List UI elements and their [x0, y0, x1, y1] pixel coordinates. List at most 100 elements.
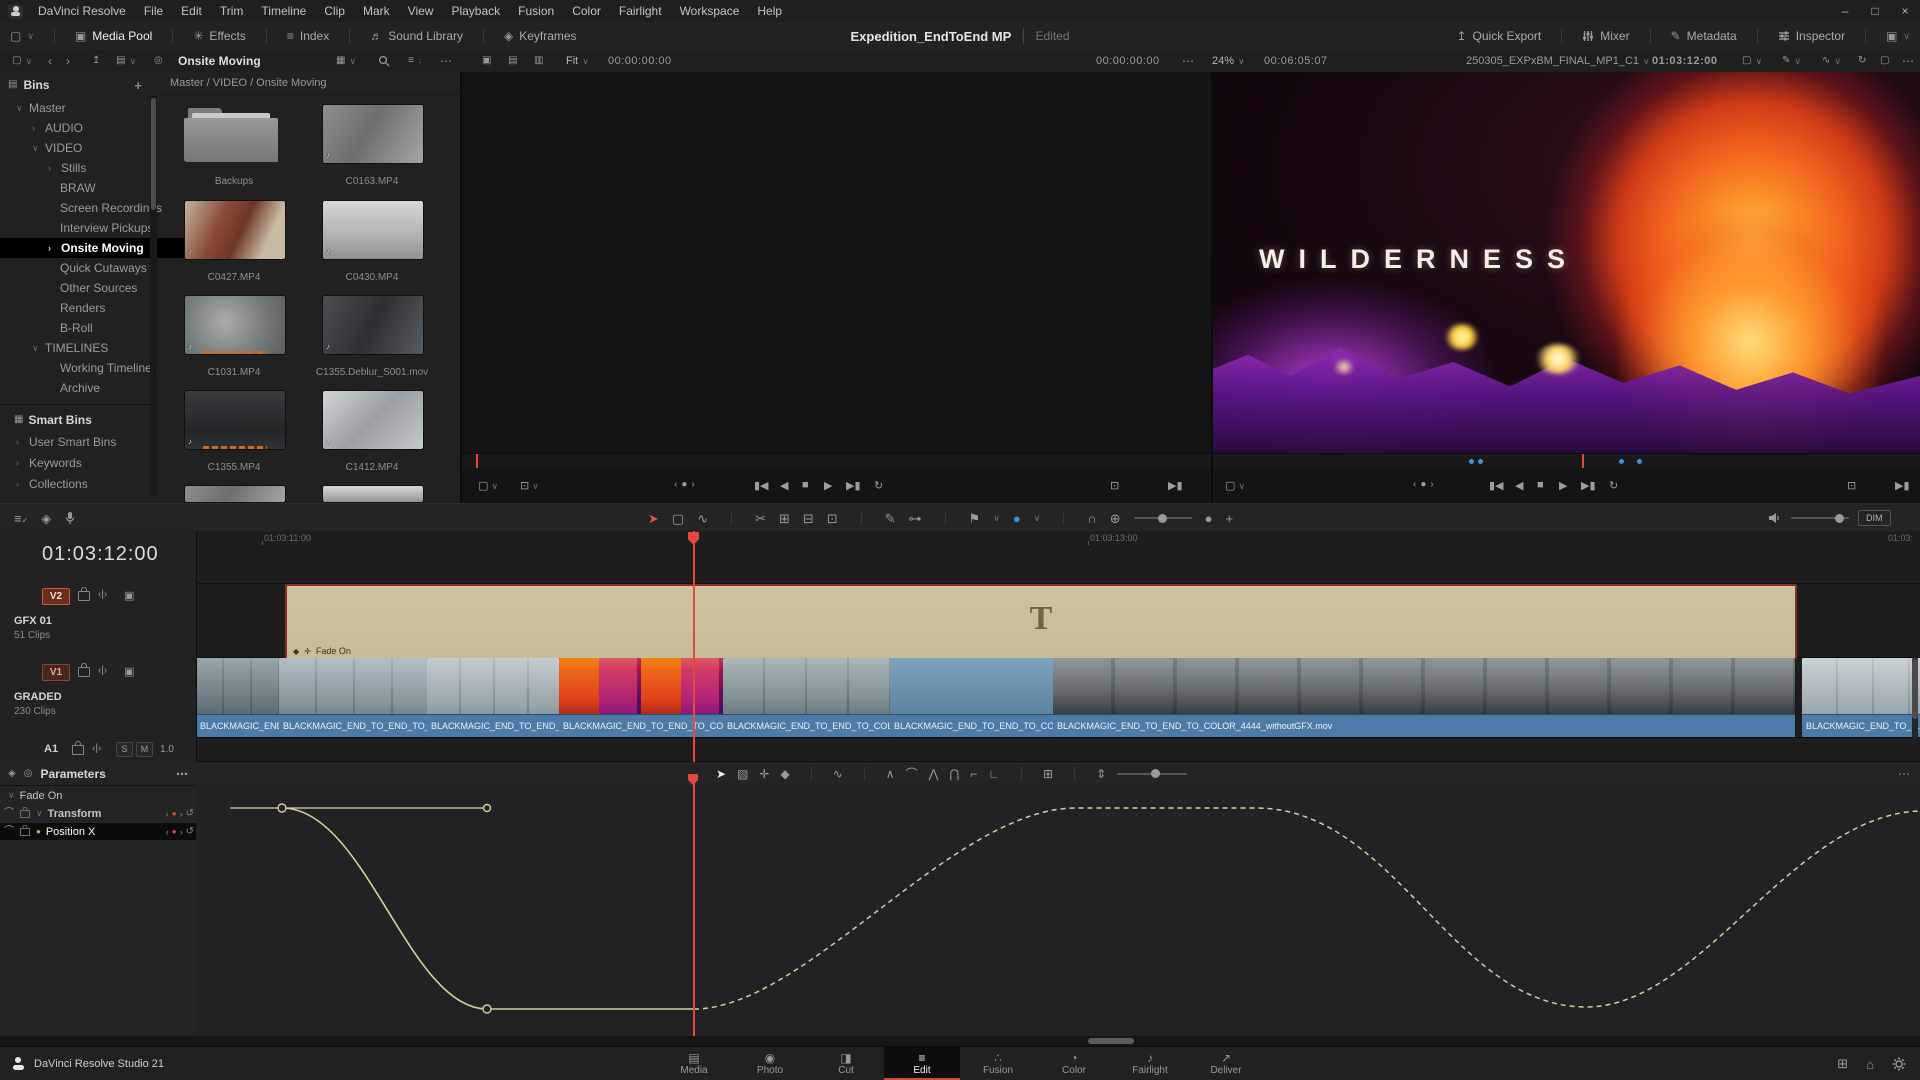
- bin-list-button[interactable]: ▤ ∨: [116, 50, 136, 72]
- linear-interp-button[interactable]: ∧: [886, 768, 895, 780]
- timeline-options-icon[interactable]: ≡✓: [14, 512, 28, 525]
- menu-color[interactable]: Color: [563, 4, 610, 18]
- go-to-start-button[interactable]: ▮◀: [754, 479, 769, 492]
- audio-level-slider[interactable]: [1791, 517, 1849, 519]
- voiceover-mic-icon[interactable]: [64, 511, 76, 525]
- timeline-clip[interactable]: BLACKMAGIC_END_TO_END_TO_COLOR_4444_with…: [1053, 658, 1796, 737]
- loop-button[interactable]: ↻: [874, 479, 883, 492]
- viewer-options-button[interactable]: ⋯: [1182, 50, 1194, 72]
- refresh-button[interactable]: ↻: [1858, 50, 1866, 72]
- trim-edit-tool-button[interactable]: ▢: [672, 512, 684, 525]
- stacked-timelines-icon[interactable]: ◈: [41, 512, 51, 525]
- tab-photo[interactable]: ◉Photo: [732, 1047, 808, 1080]
- solo-button[interactable]: S: [116, 742, 133, 757]
- media-item-c0427[interactable]: ♪: [184, 200, 286, 260]
- marker-dot[interactable]: [1619, 459, 1624, 464]
- sidebar-item-user-smart-bins[interactable]: ›User Smart Bins: [0, 432, 166, 452]
- resize-button[interactable]: ⊡: [1847, 479, 1856, 492]
- viewer-display-button[interactable]: ▢∨: [1742, 50, 1762, 72]
- play-reverse-button[interactable]: ◀: [1515, 479, 1523, 492]
- thumbnail-view-button[interactable]: ▦ ∨: [336, 50, 356, 72]
- go-to-end-button[interactable]: ▶▮: [1581, 479, 1596, 492]
- expand-viewer-button[interactable]: ▢: [1880, 50, 1889, 72]
- param-group-fade-on[interactable]: ∨ Fade On: [0, 787, 204, 804]
- tab-edit[interactable]: ≡Edit: [884, 1047, 960, 1080]
- curve-graph[interactable]: [196, 785, 1920, 1036]
- bin-forward-button[interactable]: ›: [66, 50, 70, 72]
- media-item-c0163[interactable]: ♪: [322, 104, 424, 164]
- timeline-clip[interactable]: BLACKMAGIC_END...: [196, 658, 280, 737]
- insert-clip-button[interactable]: ⊞: [779, 512, 790, 525]
- timeline-zoom-slider[interactable]: [1134, 517, 1192, 519]
- timeline-clip[interactable]: BLACKMAGIC_END_TO_E...: [1802, 658, 1920, 737]
- media-item-c1031[interactable]: ♪: [184, 295, 286, 355]
- media-pool-button[interactable]: ▣ Media Pool: [65, 22, 162, 50]
- flag-button[interactable]: ⚑: [969, 512, 981, 525]
- index-button[interactable]: ≡ Index: [277, 22, 339, 50]
- track-v1-badge[interactable]: V1: [42, 664, 70, 681]
- zoom-button[interactable]: ⊕: [1110, 512, 1121, 525]
- loop-button[interactable]: ↻: [1609, 479, 1618, 492]
- play-button[interactable]: ▶: [824, 479, 832, 492]
- tab-color[interactable]: ◔Color: [1036, 1047, 1112, 1080]
- marquee-select-tool[interactable]: ▧: [737, 768, 748, 780]
- lock-icon[interactable]: [78, 591, 90, 601]
- pan-tool[interactable]: ✛: [759, 768, 769, 780]
- menu-clip[interactable]: Clip: [315, 4, 354, 18]
- go-to-end-button[interactable]: ▶▮: [846, 479, 861, 492]
- effects-button[interactable]: ✳ Effects: [183, 22, 256, 50]
- marker-dot[interactable]: [1469, 459, 1474, 464]
- bin-back-button[interactable]: ‹: [48, 50, 52, 72]
- sidebar-item-keywords[interactable]: ›Keywords: [0, 453, 166, 473]
- snapping-button[interactable]: ∩: [1087, 512, 1096, 525]
- curve-options-button[interactable]: ⋯: [1898, 768, 1910, 780]
- scrollbar-thumb[interactable]: [1088, 1038, 1134, 1044]
- minimize-button[interactable]: –: [1830, 4, 1860, 18]
- gfx-title-clip[interactable]: T ◆ ✛ Fade On: [285, 584, 1797, 660]
- program-options-button[interactable]: ⋯: [1902, 50, 1914, 72]
- keyframe-track-icon[interactable]: ◈: [8, 769, 16, 779]
- curve-zoom-slider[interactable]: [1117, 773, 1187, 775]
- media-item-backups[interactable]: [184, 104, 284, 162]
- jog-control[interactable]: ‹●›: [674, 479, 699, 490]
- lock-icon[interactable]: [20, 810, 30, 818]
- keyframe-point[interactable]: [278, 804, 286, 812]
- step-out-button[interactable]: ∟: [988, 768, 1000, 780]
- selection-tool-button[interactable]: ➤: [648, 512, 659, 525]
- marker-dot[interactable]: [1478, 459, 1483, 464]
- chevron-down-icon[interactable]: ∨: [1034, 514, 1041, 523]
- ease-out-button[interactable]: ⋂: [949, 768, 959, 780]
- media-pool-scrollbar[interactable]: [150, 96, 157, 496]
- clip-mode-button[interactable]: ▢ ∨: [478, 479, 498, 492]
- keyframe-nav[interactable]: ‹●› ↺: [166, 808, 200, 819]
- project-manager-icon[interactable]: ⌂: [1866, 1057, 1874, 1072]
- audio-monitor-icon[interactable]: [1768, 512, 1782, 524]
- match-frame-button[interactable]: ▶▮: [1895, 479, 1910, 492]
- menu-view[interactable]: View: [399, 4, 443, 18]
- sidebar-item-master[interactable]: ∨Master: [0, 98, 166, 118]
- menu-mark[interactable]: Mark: [354, 4, 399, 18]
- timeline-clip-name-select[interactable]: 250305_EXPxBM_FINAL_MP1_C1 ∨: [1466, 50, 1650, 72]
- speed-button[interactable]: ⊡ ∨: [520, 479, 539, 492]
- play-button[interactable]: ▶: [1559, 479, 1567, 492]
- source-zoom-select[interactable]: Fit ∨: [566, 50, 589, 72]
- media-item-c1355-deblur[interactable]: ♪: [322, 295, 424, 355]
- gang-mode-button[interactable]: ▢ ∨: [1225, 479, 1245, 492]
- timeline-vertical-scrollbar[interactable]: [1912, 657, 1918, 739]
- jog-control[interactable]: ‹●›: [1413, 479, 1438, 490]
- menu-help[interactable]: Help: [748, 4, 791, 18]
- lock-icon[interactable]: [20, 828, 30, 836]
- track-v1-name[interactable]: GRADED: [14, 691, 62, 703]
- program-jog-strip[interactable]: [1213, 453, 1920, 468]
- tab-media[interactable]: ▤Media: [656, 1047, 732, 1080]
- source-jog-strip[interactable]: [462, 453, 1211, 468]
- search-button[interactable]: [378, 50, 390, 72]
- program-playhead-marker[interactable]: [1582, 454, 1584, 468]
- media-item-partial[interactable]: [322, 485, 424, 503]
- retime-curve-button[interactable]: ✎: [885, 512, 896, 525]
- track-v2-name[interactable]: GFX 01: [14, 615, 52, 627]
- mixer-button[interactable]: Mixer: [1572, 29, 1639, 43]
- metadata-button[interactable]: ✎ Metadata: [1661, 29, 1747, 43]
- auto-select-icon[interactable]: ‹|›: [98, 665, 107, 676]
- dim-button[interactable]: DIM: [1858, 510, 1891, 526]
